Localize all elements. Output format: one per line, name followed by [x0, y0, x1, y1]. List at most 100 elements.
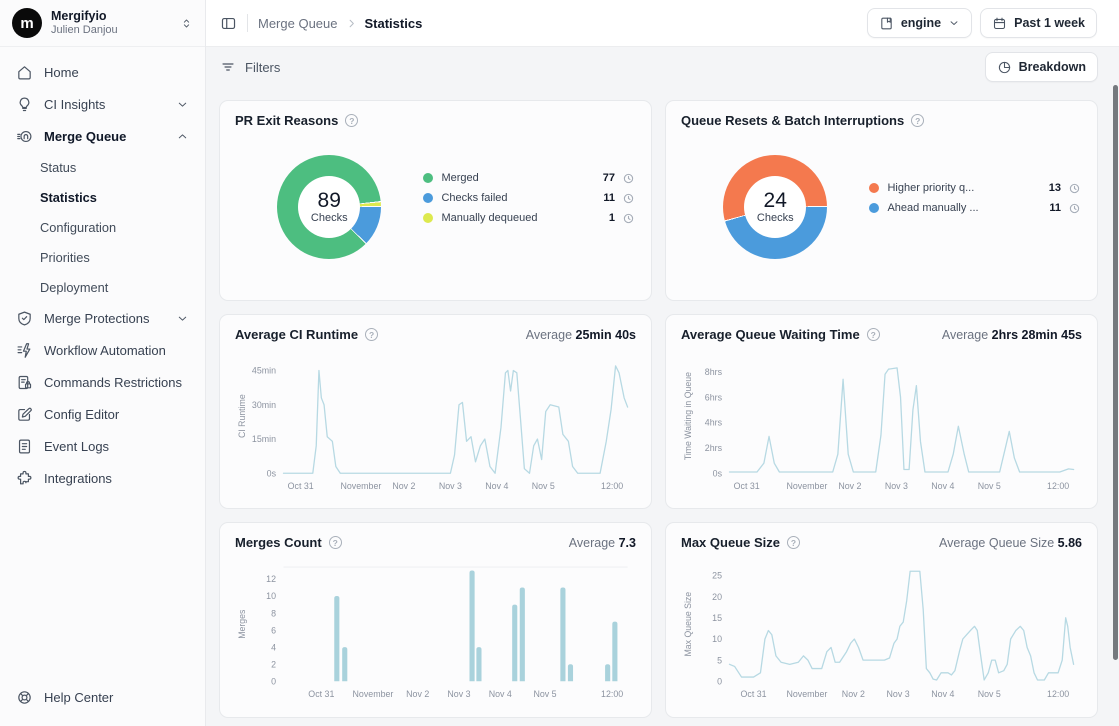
workspace-switcher[interactable]: m Mergifyio Julien Danjou: [0, 0, 205, 47]
svg-text:25: 25: [712, 571, 722, 581]
sidebar-nav: Home CI Insights Merge Queue Status Stat…: [0, 47, 205, 494]
sidebar-item-status[interactable]: Status: [8, 153, 197, 182]
svg-text:Nov 4: Nov 4: [931, 689, 954, 699]
mergify-logo: m: [12, 8, 42, 38]
card-title: Average CI Runtime: [235, 327, 358, 342]
svg-text:Nov 3: Nov 3: [439, 481, 462, 491]
legend-item[interactable]: Higher priority q... 13: [869, 178, 1080, 198]
breadcrumb: Merge Queue Statistics: [258, 16, 422, 31]
lightbulb-icon: [16, 96, 33, 113]
clock-icon[interactable]: [1069, 203, 1080, 214]
help-icon[interactable]: ?: [329, 536, 342, 549]
help-icon[interactable]: ?: [345, 114, 358, 127]
legend: Merged 77 Checks failed 11 Manually dequ…: [423, 168, 636, 228]
legend-color-dot: [423, 213, 433, 223]
sidebar-item-workflow-automation[interactable]: Workflow Automation: [8, 335, 197, 366]
queue-waiting-line-chart[interactable]: Time Waiting in Queue0s2hrs4hrs6hrs8hrsO…: [681, 348, 1082, 500]
legend-item[interactable]: Merged 77: [423, 168, 634, 188]
sidebar: m Mergifyio Julien Danjou Home CI Insigh…: [0, 0, 206, 726]
svg-text:30min: 30min: [252, 400, 276, 410]
sidebar-item-statistics[interactable]: Statistics: [8, 183, 197, 212]
svg-text:Nov 5: Nov 5: [978, 481, 1001, 491]
svg-text:Oct 31: Oct 31: [741, 689, 767, 699]
chevron-down-icon: [176, 98, 189, 111]
svg-text:12:00: 12:00: [601, 481, 623, 491]
breadcrumb-statistics: Statistics: [365, 16, 423, 31]
svg-text:CI Runtime: CI Runtime: [237, 394, 247, 438]
breakdown-button[interactable]: Breakdown: [985, 52, 1098, 82]
filter-lines-icon: [220, 59, 236, 75]
vertical-scrollbar[interactable]: [1113, 85, 1118, 660]
svg-text:Oct 31: Oct 31: [288, 481, 314, 491]
svg-text:Max Queue Size: Max Queue Size: [683, 592, 693, 657]
sidebar-item-commands-restrictions[interactable]: Commands Restrictions: [8, 367, 197, 398]
legend-item[interactable]: Checks failed 11: [423, 188, 634, 208]
queue-resets-donut-chart[interactable]: 24 Checks: [723, 155, 827, 259]
svg-text:4hrs: 4hrs: [705, 418, 723, 428]
svg-text:20: 20: [712, 592, 722, 602]
help-icon[interactable]: ?: [911, 114, 924, 127]
merge-queue-icon: [16, 128, 33, 145]
help-icon[interactable]: ?: [365, 328, 378, 341]
sidebar-item-configuration[interactable]: Configuration: [8, 213, 197, 242]
svg-text:November: November: [786, 689, 827, 699]
card-queue-resets: Queue Resets & Batch Interruptions ? 24 …: [665, 100, 1098, 301]
sidebar-item-integrations[interactable]: Integrations: [8, 463, 197, 494]
clock-icon[interactable]: [623, 193, 634, 204]
zap-lines-icon: [16, 342, 33, 359]
svg-text:15min: 15min: [252, 434, 276, 444]
sidebar-toggle-icon[interactable]: [220, 15, 237, 32]
environment-select[interactable]: engine: [867, 8, 972, 38]
svg-text:Nov 2: Nov 2: [392, 481, 415, 491]
sidebar-item-config-editor[interactable]: Config Editor: [8, 399, 197, 430]
pencil-square-icon: [16, 406, 33, 423]
svg-text:Nov 3: Nov 3: [885, 481, 908, 491]
svg-text:12:00: 12:00: [601, 689, 623, 699]
help-center-link[interactable]: Help Center: [8, 682, 197, 713]
filters-button[interactable]: Filters: [220, 59, 280, 75]
merges-count-bar-chart[interactable]: Merges024681012Oct 31NovemberNov 2Nov 3N…: [235, 556, 636, 708]
clock-icon[interactable]: [1069, 183, 1080, 194]
sidebar-item-home[interactable]: Home: [8, 57, 197, 88]
ci-runtime-line-chart[interactable]: CI Runtime0s15min30min45minOct 31Novembe…: [235, 348, 636, 500]
legend-color-dot: [869, 183, 879, 193]
card-title: Average Queue Waiting Time: [681, 327, 860, 342]
workspace-name: Mergifyio: [51, 9, 171, 23]
legend-color-dot: [423, 173, 433, 183]
legend-color-dot: [869, 203, 879, 213]
svg-text:Nov 4: Nov 4: [489, 689, 512, 699]
clipboard-lock-icon: [16, 374, 33, 391]
sidebar-item-merge-protections[interactable]: Merge Protections: [8, 303, 197, 334]
svg-text:6: 6: [271, 625, 276, 635]
sidebar-item-priorities[interactable]: Priorities: [8, 243, 197, 272]
help-icon[interactable]: ?: [787, 536, 800, 549]
clock-icon[interactable]: [623, 213, 634, 224]
sidebar-item-ci-insights[interactable]: CI Insights: [8, 89, 197, 120]
svg-text:45min: 45min: [252, 366, 276, 376]
main-area: Merge Queue Statistics engine Past 1 wee…: [206, 0, 1119, 726]
clock-icon[interactable]: [623, 173, 634, 184]
legend-item[interactable]: Ahead manually ... 11: [869, 198, 1080, 218]
card-title: PR Exit Reasons: [235, 113, 338, 128]
help-icon[interactable]: ?: [867, 328, 880, 341]
svg-text:10: 10: [266, 591, 276, 601]
sidebar-item-event-logs[interactable]: Event Logs: [8, 431, 197, 462]
chevron-right-icon: [346, 18, 357, 29]
donut-center-value: 89: [318, 190, 341, 212]
sidebar-item-merge-queue[interactable]: Merge Queue: [8, 121, 197, 152]
max-queue-size-line-chart[interactable]: Max Queue Size0510152025Oct 31NovemberNo…: [681, 556, 1082, 708]
sidebar-item-deployment[interactable]: Deployment: [8, 273, 197, 302]
legend-item[interactable]: Manually dequeued 1: [423, 208, 634, 228]
svg-text:4: 4: [271, 642, 276, 652]
home-icon: [16, 64, 33, 81]
legend: Higher priority q... 13 Ahead manually .…: [869, 178, 1082, 218]
date-range-button[interactable]: Past 1 week: [980, 8, 1097, 38]
document-lines-icon: [16, 438, 33, 455]
svg-text:8: 8: [271, 608, 276, 618]
chevron-up-icon: [176, 130, 189, 143]
top-header: Merge Queue Statistics engine Past 1 wee…: [206, 0, 1119, 47]
breadcrumb-merge-queue[interactable]: Merge Queue: [258, 16, 338, 31]
svg-text:0s: 0s: [713, 469, 723, 479]
pr-exit-donut-chart[interactable]: 89 Checks: [277, 155, 381, 259]
svg-text:Nov 4: Nov 4: [931, 481, 954, 491]
